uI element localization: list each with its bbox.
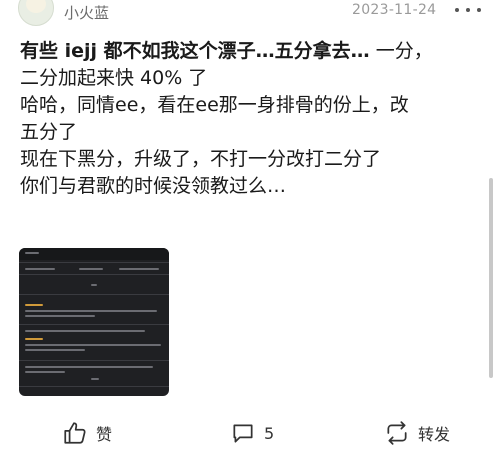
post-body: 有些 iejj 都不如我这个漂子…五分拿去… 一分， 二分加起来快 40% 了 … [20,38,480,200]
scrollbar[interactable] [489,178,493,378]
comment-count: 5 [264,423,275,443]
comment-bubble-icon [233,424,253,443]
thumb-topbar [19,248,169,260]
post-actions: 赞 5 转发 [0,415,500,451]
username[interactable]: 小火蓝 [64,2,109,23]
thumb-divider [19,324,169,325]
thumb-highlight [25,338,43,340]
post-line-bold: 有些 iejj 都不如我这个漂子…五分拿去… [20,40,370,62]
post-line-rest: 一分， [369,40,433,62]
post-line: 有些 iejj 都不如我这个漂子…五分拿去… 一分， [20,38,480,65]
thumb-text [25,349,85,351]
thumb-text [25,366,153,368]
thumb-divider [19,360,169,361]
post-image-thumbnail[interactable] [19,248,169,396]
post-line: 哈哈，同情ee，看在ee那一身排骨的份上，改 [20,94,409,116]
thumb-text [119,268,159,270]
thumb-divider [19,274,169,275]
thumb-text [25,268,55,270]
thumb-text [25,371,65,373]
thumb-text [91,284,97,286]
repost-icon [387,421,407,445]
thumb-highlight [25,304,43,306]
post-line: 你们与君歌的时候没领教过么… [20,175,287,197]
share-label: 转发 [418,425,451,444]
thumb-text [25,330,145,332]
comment-button[interactable]: 5 [230,419,274,447]
thumb-divider [19,294,169,295]
thumb-text [91,378,99,380]
thumb-text [79,268,103,270]
thumb-text [25,252,39,254]
post-header: 小火蓝 2023-11-24 [0,0,500,28]
like-label: 赞 [96,425,113,444]
thumb-text [25,344,161,346]
avatar-face [26,0,46,13]
thumb-text [25,315,95,317]
thumbs-up-icon [64,422,86,444]
avatar[interactable] [18,0,54,26]
like-button[interactable]: 赞 [62,419,112,447]
share-button[interactable]: 转发 [384,419,450,447]
more-horizontal-icon[interactable] [455,0,481,20]
post-date: 2023-11-24 [352,2,437,18]
thumb-text [25,310,157,312]
thumb-divider [19,386,169,387]
post-line: 五分了 [20,121,78,143]
thumb-divider [19,262,169,263]
post-line: 二分加起来快 40% 了 [20,67,208,89]
post-line: 现在下黑分，升级了，不打一分改打二分了 [20,148,382,170]
